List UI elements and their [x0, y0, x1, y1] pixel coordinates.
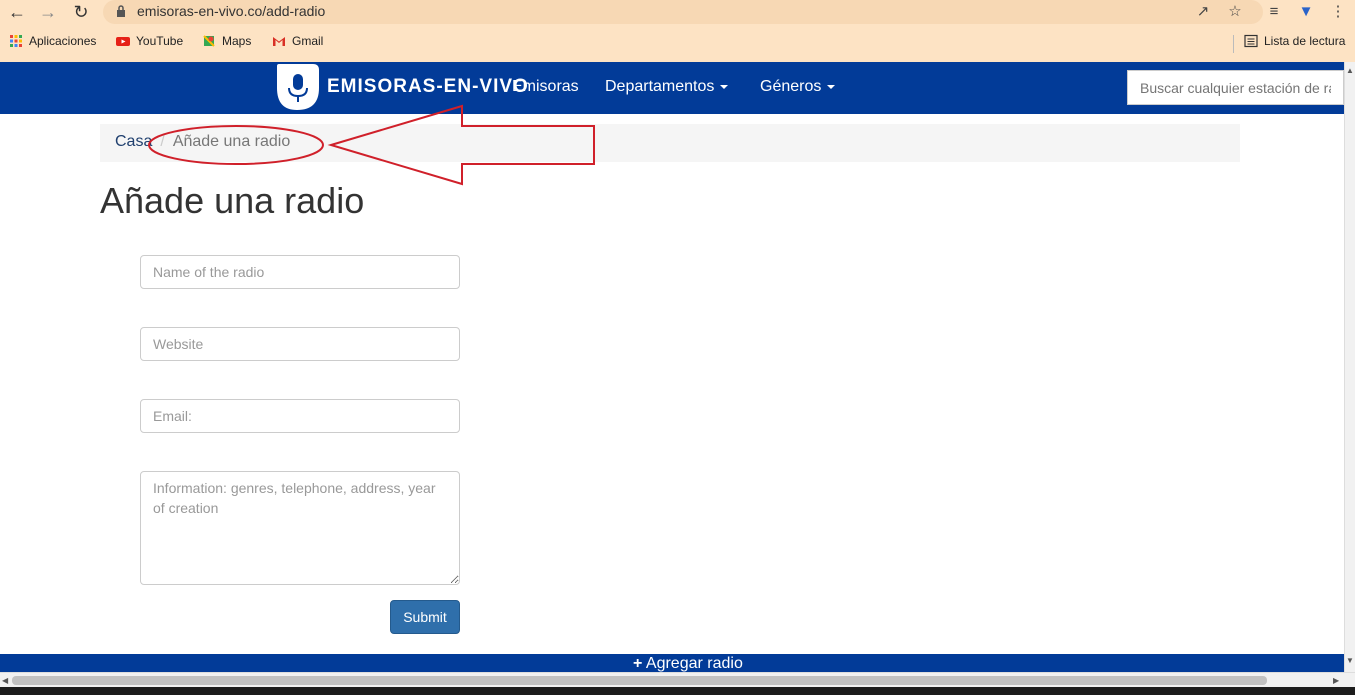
radio-name-input[interactable] — [140, 255, 460, 289]
caret-down-icon — [720, 84, 729, 89]
station-search-input[interactable] — [1127, 70, 1344, 105]
media-queue-icon[interactable]: ≡ — [1263, 2, 1285, 22]
back-arrow-icon[interactable]: ← — [5, 1, 29, 23]
information-textarea[interactable] — [140, 471, 460, 585]
bookmark-gmail[interactable]: Gmail — [272, 34, 323, 48]
lock-icon — [117, 5, 125, 17]
bookmark-youtube[interactable]: YouTube — [116, 34, 183, 48]
bookmarks-bar: Aplicaciones YouTube Maps Gmail Lista de… — [0, 31, 1355, 55]
reload-icon[interactable]: ↻ — [69, 1, 93, 23]
forward-arrow-icon[interactable]: → — [36, 1, 60, 23]
extension-shield-icon[interactable]: ▼ — [1295, 2, 1317, 22]
submit-button[interactable]: Submit — [390, 600, 460, 634]
scroll-up-icon[interactable]: ▲ — [1346, 66, 1354, 75]
caret-down-icon — [827, 84, 836, 89]
scroll-right-icon[interactable]: ▶ — [1333, 676, 1339, 685]
nav-emisoras[interactable]: Emisoras — [512, 78, 579, 96]
email-input[interactable] — [140, 399, 460, 433]
browser-chrome: ← → ↻ emisoras-en-vivo.co/add-radio ↗ ☆ … — [0, 0, 1355, 62]
microphone-logo-icon — [277, 64, 319, 110]
bookmarks-divider — [1233, 35, 1234, 53]
star-icon[interactable]: ☆ — [1224, 2, 1246, 22]
maps-icon — [203, 35, 215, 47]
address-bar[interactable]: emisoras-en-vivo.co/add-radio — [103, 0, 1263, 24]
site-navbar: EMISORAS-EN-VIVO Emisoras Departamentos … — [0, 62, 1344, 114]
breadcrumb-separator: / — [160, 133, 165, 150]
bookmark-maps[interactable]: Maps — [202, 34, 251, 48]
os-taskbar — [0, 687, 1355, 695]
breadcrumb-current: Añade una radio — [172, 133, 291, 150]
gmail-icon — [273, 37, 285, 46]
scroll-left-icon[interactable]: ◀ — [2, 676, 8, 685]
breadcrumb-home[interactable]: Casa — [115, 133, 152, 150]
nav-departamentos[interactable]: Departamentos — [605, 78, 729, 96]
add-radio-bar[interactable]: + Agregar radio — [0, 654, 1344, 672]
url-text: emisoras-en-vivo.co/add-radio — [137, 3, 326, 19]
scroll-down-icon[interactable]: ▼ — [1346, 656, 1354, 665]
horizontal-scroll-thumb[interactable] — [12, 676, 1267, 685]
page-title: Añade una radio — [100, 180, 365, 221]
vertical-scrollbar[interactable]: ▲ ▼ — [1344, 62, 1355, 672]
reading-list[interactable]: Lista de lectura — [1244, 34, 1345, 48]
youtube-icon — [116, 37, 130, 46]
share-icon[interactable]: ↗ — [1192, 2, 1214, 22]
address-row: ← → ↻ emisoras-en-vivo.co/add-radio ↗ ☆ … — [0, 0, 1355, 26]
site-logo[interactable]: EMISORAS-EN-VIVO — [275, 62, 529, 112]
menu-kebab-icon[interactable]: ⋮ — [1327, 2, 1349, 22]
add-radio-link[interactable]: + Agregar radio — [633, 655, 743, 672]
logo-text: EMISORAS-EN-VIVO — [327, 76, 529, 97]
horizontal-scrollbar[interactable]: ◀ ▶ — [0, 672, 1355, 687]
nav-generos[interactable]: Géneros — [760, 78, 836, 96]
breadcrumb: Casa / Añade una radio — [100, 124, 1240, 162]
website-input[interactable] — [140, 327, 460, 361]
plus-icon: + — [633, 655, 643, 672]
bookmark-apps[interactable]: Aplicaciones — [9, 34, 96, 48]
apps-grid-icon — [10, 35, 22, 47]
reading-list-icon — [1244, 34, 1258, 48]
